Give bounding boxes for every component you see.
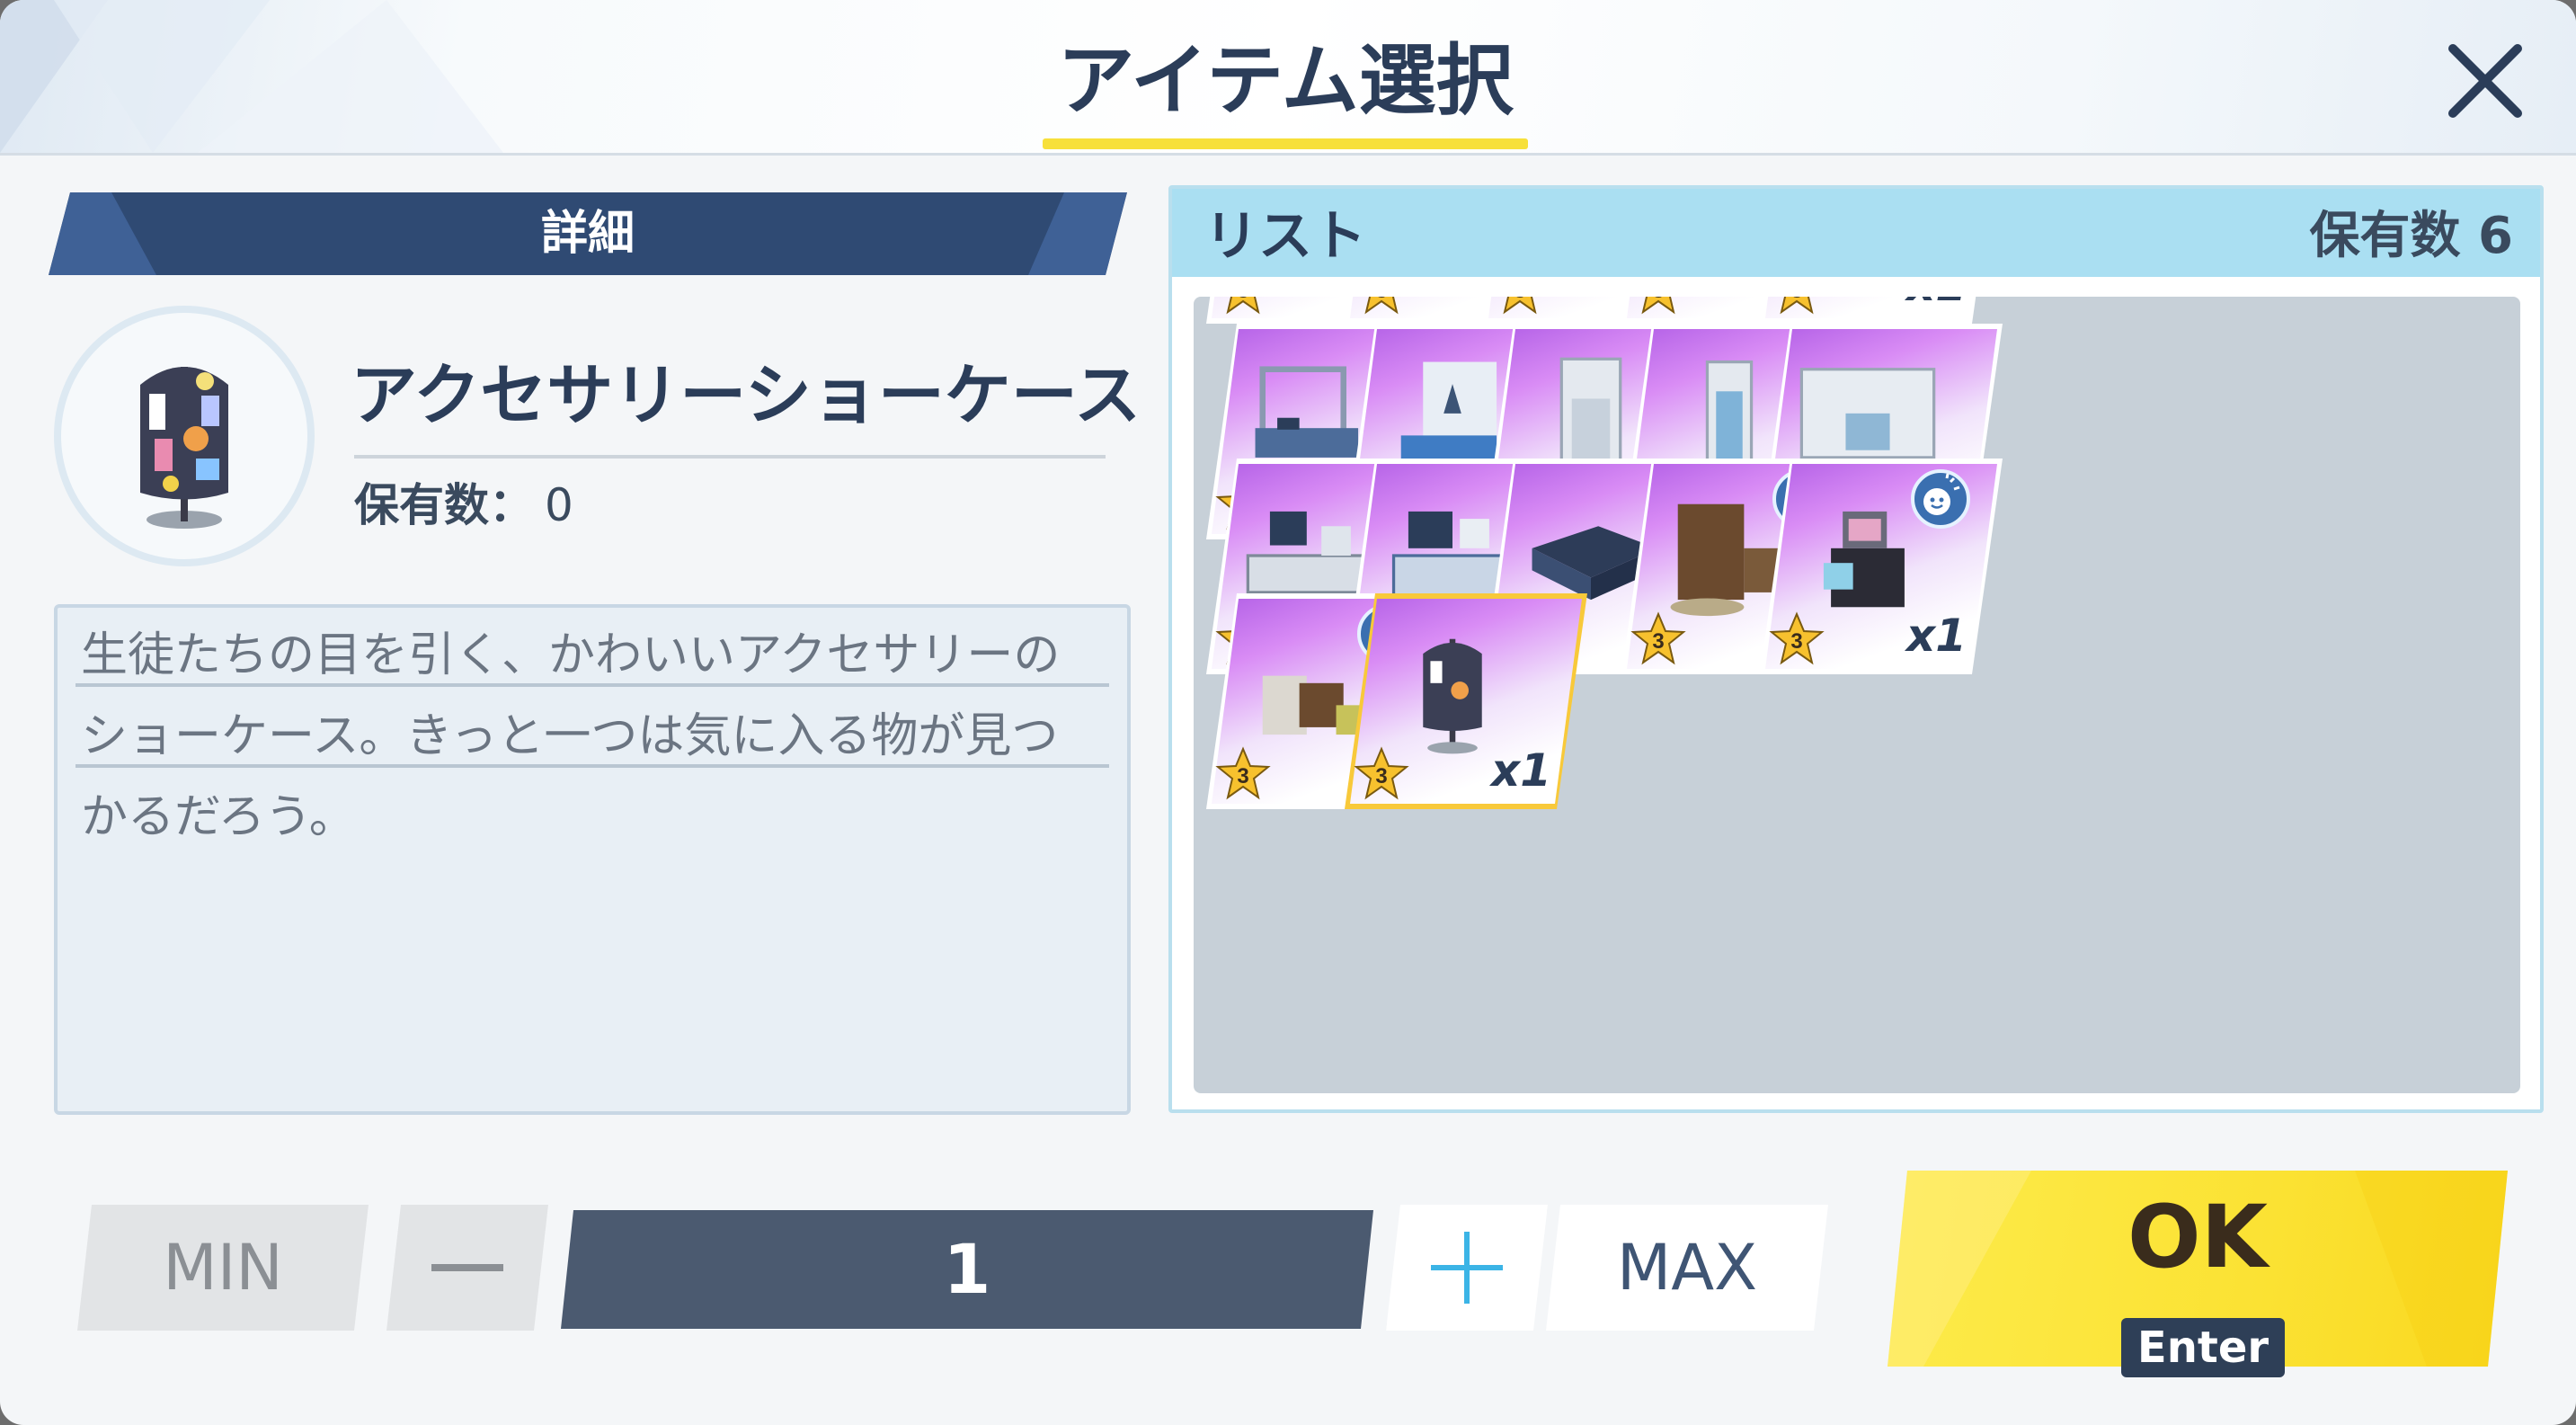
- item-tile-accessory-showcase[interactable]: 3 x1: [1345, 593, 1587, 809]
- svg-text:3: 3: [1652, 629, 1664, 654]
- item-select-dialog: アイテム選択 詳細 アクセサリーショーケース 保有数： 0 生徒たちの目を引く、…: [0, 0, 2576, 1425]
- minus-icon: [386, 1205, 548, 1331]
- owned-count: 保有数： 0: [354, 469, 573, 541]
- item-grid[interactable]: 3x13x13x13x13x13x13x13x13x13x13x13x13x13…: [1194, 297, 2520, 1093]
- description-text: 生徒たちの目を引く、かわいいアクセサリーの ショーケース。きっと一つは気に入る物…: [81, 615, 1115, 858]
- minus-button[interactable]: [386, 1205, 548, 1331]
- rarity-star-icon: 3: [1630, 297, 1686, 316]
- rarity-star-icon: 3: [1769, 611, 1825, 667]
- list-header: リスト 保有数 6: [1172, 189, 2540, 277]
- min-button[interactable]: MIN: [77, 1205, 369, 1331]
- max-button[interactable]: MAX: [1546, 1205, 1828, 1331]
- title-underline: [1043, 138, 1528, 149]
- item-quantity: x1: [1906, 297, 1967, 311]
- dialog-title: アイテム選択: [1057, 36, 1514, 126]
- rarity-star-icon: 3: [1354, 746, 1409, 802]
- plus-button[interactable]: [1386, 1205, 1548, 1331]
- owned-label: 保有数：: [354, 479, 534, 531]
- item-quantity: x1: [1490, 744, 1551, 797]
- accessory-showcase-icon: [140, 367, 228, 529]
- svg-text:3: 3: [1790, 629, 1802, 654]
- svg-text:3: 3: [1514, 297, 1525, 303]
- rarity-star-icon: 3: [1630, 611, 1686, 667]
- rarity-star-icon: 3: [1354, 297, 1409, 316]
- description-box: 生徒たちの目を引く、かわいいアクセサリーの ショーケース。きっと一つは気に入る物…: [54, 604, 1131, 1115]
- svg-text:3: 3: [1652, 297, 1664, 303]
- dialog-header: アイテム選択: [0, 0, 2576, 156]
- rarity-star-icon: 3: [1215, 297, 1271, 316]
- item-quantity: x1: [1905, 610, 1967, 662]
- svg-text:3: 3: [1237, 764, 1248, 788]
- plus-icon: [1386, 1205, 1548, 1331]
- description-line: かるだろう。: [81, 790, 356, 844]
- description-line: 生徒たちの目を引く、かわいいアクセサリーの: [81, 628, 1061, 682]
- svg-text:3: 3: [1375, 764, 1387, 788]
- detail-header: 詳細: [49, 192, 1127, 275]
- quantity-display: 1: [561, 1210, 1373, 1329]
- close-icon: [2448, 44, 2522, 118]
- detail-header-label: 詳細: [540, 207, 635, 261]
- comfort-bonus-icon: [1911, 469, 1970, 529]
- item-list-panel: リスト 保有数 6 3x13x13x13x13x13x13x13x13x13x1…: [1168, 185, 2544, 1113]
- divider: [354, 455, 1106, 459]
- svg-text:3: 3: [1237, 297, 1248, 303]
- svg-text:3: 3: [1790, 297, 1802, 303]
- list-owned-count: 保有数 6: [2309, 207, 2513, 265]
- svg-text:3: 3: [1375, 297, 1387, 303]
- rarity-star-icon: 3: [1492, 297, 1548, 316]
- close-button[interactable]: [2440, 36, 2530, 126]
- list-title: リスト: [1204, 205, 1366, 268]
- item-preview: [54, 306, 315, 566]
- item-tile-partial[interactable]: 3 x1: [1760, 297, 2003, 324]
- ok-label: OK: [2127, 1187, 2268, 1287]
- item-name: アクセサリーショーケース: [351, 357, 1141, 434]
- rarity-star-icon: 3: [1769, 297, 1825, 316]
- rarity-star-icon: 3: [1215, 746, 1271, 802]
- enter-key-hint: Enter: [2121, 1318, 2285, 1377]
- description-line: ショーケース。きっと一つは気に入る物が見つ: [81, 709, 1059, 763]
- header-decoration: [0, 0, 503, 153]
- item-tile-tv-stack[interactable]: 3 x1: [1760, 459, 2003, 674]
- owned-value: 0: [545, 479, 573, 531]
